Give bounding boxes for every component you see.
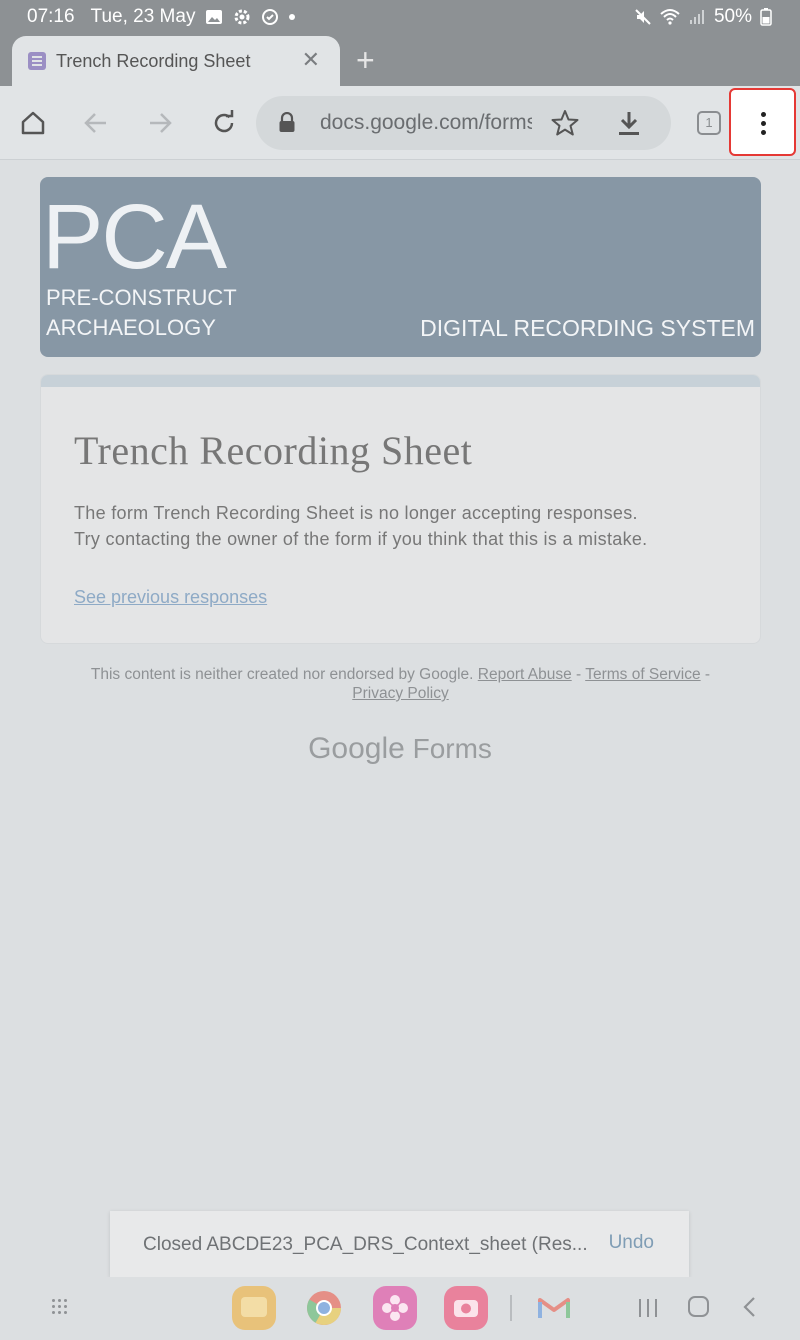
recents-button[interactable]: [637, 1297, 659, 1319]
forms-wordmark: Forms: [412, 733, 492, 764]
closed-message-line1: The form Trench Recording Sheet is no lo…: [74, 503, 638, 523]
download-button[interactable]: [616, 109, 642, 142]
see-previous-responses-link[interactable]: See previous responses: [74, 587, 267, 608]
footer-separator: -: [571, 666, 586, 683]
star-icon: [551, 110, 579, 136]
dock-separator: [510, 1295, 512, 1321]
undo-button[interactable]: Undo: [609, 1232, 654, 1254]
files-app-icon[interactable]: [232, 1286, 276, 1330]
reload-button[interactable]: [207, 106, 241, 140]
snackbar-message: Closed ABCDE23_PCA_DRS_Context_sheet (Re…: [143, 1234, 588, 1255]
reload-icon: [214, 110, 234, 133]
gallery-notification-icon: [206, 10, 223, 24]
mute-icon: [635, 9, 651, 25]
arrow-back-icon: [84, 113, 106, 133]
back-button[interactable]: [79, 106, 113, 140]
snackbar: Closed ABCDE23_PCA_DRS_Context_sheet (Re…: [110, 1211, 689, 1277]
tab-strip: Trench Recording Sheet ✕ +: [0, 34, 800, 86]
form-title: Trench Recording Sheet: [74, 428, 473, 473]
status-date: Tue, 23 May: [90, 6, 196, 27]
tab-close-button[interactable]: ✕: [302, 49, 320, 71]
forward-button[interactable]: [143, 106, 177, 140]
banner-logo: PCA: [42, 186, 227, 288]
android-navigation-bar: [0, 1277, 800, 1340]
terms-of-service-link[interactable]: Terms of Service: [585, 666, 700, 683]
gmail-app-icon[interactable]: [532, 1286, 576, 1330]
new-tab-button[interactable]: +: [356, 44, 375, 76]
signal-icon: [689, 10, 704, 24]
lock-icon: [279, 112, 295, 132]
url-text[interactable]: docs.google.com/forms: [320, 111, 532, 135]
form-header-banner: PCA PRE-CONSTRUCT ARCHAEOLOGY DIGITAL RE…: [40, 177, 761, 357]
banner-subtitle-line1: PRE-CONSTRUCT: [46, 285, 237, 310]
bookmark-button[interactable]: [551, 109, 579, 142]
status-bar: 07:16 Tue, 23 May 50%: [0, 0, 800, 34]
footer-disclaimer: This content is neither created nor endo…: [40, 665, 761, 703]
settings-notification-icon: [234, 9, 250, 25]
banner-subtitle-line2: ARCHAEOLOGY: [46, 315, 216, 340]
more-notifications-dot: [289, 14, 296, 20]
tab-title: Trench Recording Sheet: [56, 51, 251, 71]
wifi-icon: [660, 9, 680, 25]
status-right: 50%: [634, 6, 772, 28]
battery-percent: 50%: [713, 6, 752, 27]
browser-menu-button[interactable]: [729, 88, 796, 156]
closed-message: The form Trench Recording Sheet is no lo…: [74, 500, 647, 552]
google-forms-logo[interactable]: Google Forms: [0, 732, 800, 766]
chevron-left-icon: [743, 1297, 755, 1317]
apps-grid-icon[interactable]: [52, 1299, 70, 1317]
report-abuse-link[interactable]: Report Abuse: [478, 666, 572, 683]
disclaimer-text: This content is neither created nor endo…: [90, 666, 474, 683]
card-accent-bar: [41, 375, 760, 387]
back-nav-button[interactable]: [742, 1296, 756, 1323]
battery-icon: [760, 8, 772, 26]
closed-message-line2: Try contacting the owner of the form if …: [74, 529, 648, 549]
home-button[interactable]: [16, 106, 50, 140]
camera-app-icon[interactable]: [444, 1286, 488, 1330]
home-nav-button[interactable]: [688, 1296, 709, 1317]
more-vert-icon: [761, 112, 767, 136]
privacy-policy-link[interactable]: Privacy Policy: [352, 685, 448, 702]
status-time: 07:16: [27, 6, 75, 27]
arrow-forward-icon: [150, 113, 172, 133]
footer-separator: -: [700, 666, 711, 683]
banner-system-name: DIGITAL RECORDING SYSTEM: [420, 315, 755, 341]
status-left: 07:16 Tue, 23 May: [27, 6, 296, 28]
forms-favicon-icon: [28, 52, 46, 70]
address-bar[interactable]: docs.google.com/forms: [256, 96, 671, 150]
tab-switcher-button[interactable]: 1: [697, 111, 721, 135]
chrome-app-icon[interactable]: [302, 1286, 346, 1330]
download-icon: [619, 112, 639, 135]
browser-toolbar: docs.google.com/forms 1: [0, 86, 800, 160]
browser-tab[interactable]: Trench Recording Sheet ✕: [12, 36, 340, 86]
gallery-app-icon[interactable]: [373, 1286, 417, 1330]
home-icon: [21, 111, 45, 135]
sync-notification-icon: [262, 9, 279, 25]
form-closed-card: Trench Recording Sheet The form Trench R…: [40, 374, 761, 644]
google-wordmark: Google: [308, 732, 405, 765]
